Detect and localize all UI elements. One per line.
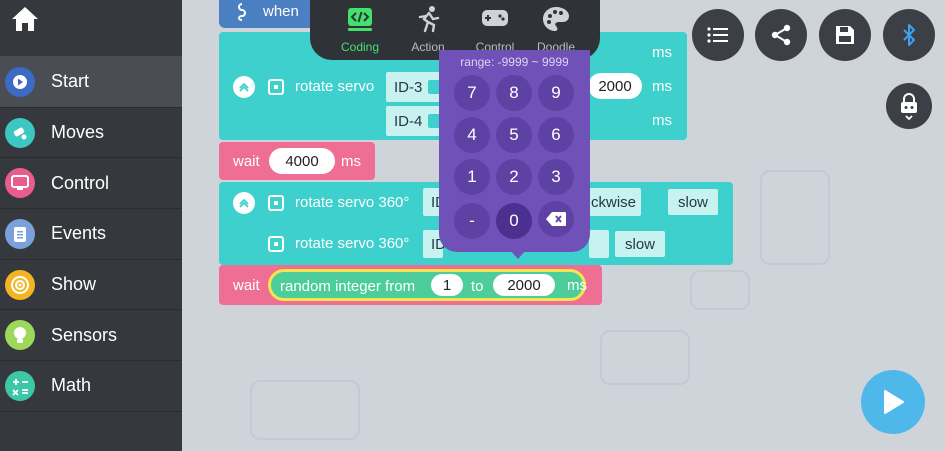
tab-label: Coding (340, 40, 380, 54)
key-2[interactable]: 2 (496, 159, 532, 195)
sidebar-item-label: Sensors (51, 324, 118, 345)
sidebar-item-label: Math (51, 375, 92, 396)
events-icon (5, 218, 35, 249)
sidebar-item-label: Moves (51, 122, 105, 143)
key-8[interactable]: 8 (496, 75, 532, 111)
key-minus[interactable]: - (454, 203, 490, 239)
rotate-servo-label: rotate servo (295, 78, 375, 95)
sensors-icon (5, 320, 35, 351)
moves-icon (5, 117, 35, 148)
ms-label: ms (567, 277, 587, 294)
sidebar-item-math[interactable]: Math (0, 361, 182, 412)
lock-button[interactable] (886, 83, 932, 129)
home-bar (0, 0, 182, 57)
number-keypad: range: -9999 ~ 9999 7 8 9 4 5 6 1 2 3 - … (439, 50, 590, 252)
control-icon (5, 168, 35, 199)
collapse-icon[interactable] (233, 192, 255, 214)
gamepad-icon (482, 10, 508, 26)
ms-label: ms (652, 44, 672, 61)
keypad-range: range: -9999 ~ 9999 (460, 55, 569, 69)
rotate-servo-360-label: rotate servo 360° (295, 194, 410, 211)
sidebar-item-label: Events (51, 223, 107, 244)
key-0[interactable]: 0 (496, 203, 532, 239)
servo-icon (268, 195, 284, 211)
share-button[interactable] (755, 9, 807, 61)
key-delete[interactable] (538, 201, 574, 237)
action-icon (418, 6, 440, 33)
speed-field[interactable]: slow (668, 189, 718, 215)
key-9[interactable]: 9 (538, 75, 574, 111)
keypad-pointer (510, 250, 526, 259)
sidebar-item-start[interactable]: Start (0, 57, 182, 108)
backspace-icon (546, 212, 566, 226)
speed-field[interactable]: slow (615, 231, 665, 257)
bluetooth-button[interactable] (883, 9, 935, 61)
direction-label: ckwise (591, 193, 637, 211)
servo-id4-label: ID-4 (394, 112, 423, 130)
servo-icon (268, 236, 284, 252)
sidebar-item-moves[interactable]: Moves (0, 108, 182, 159)
sidebar-item-label: Start (51, 71, 90, 92)
sidebar-item-show[interactable]: Show (0, 260, 182, 311)
ms-label: ms (341, 153, 361, 170)
speed-label: slow (678, 193, 709, 211)
background-doodle (250, 380, 360, 440)
collapse-icon[interactable] (233, 76, 255, 98)
wait-random-block[interactable]: wait random integer from 1 to 2000 ms (219, 265, 602, 305)
lock-icon (901, 93, 917, 120)
random-to-input[interactable]: 2000 (493, 274, 555, 296)
sidebar-item-label: Control (51, 172, 110, 193)
sidebar-item-label: Show (51, 274, 97, 295)
key-3[interactable]: 3 (538, 159, 574, 195)
start-icon (5, 66, 35, 97)
direction-field[interactable]: ckwise (589, 188, 641, 216)
wait-label: wait (233, 153, 260, 170)
speed-label: slow (625, 235, 656, 253)
save-icon (836, 26, 854, 44)
wait-block[interactable]: wait 4000 ms (219, 142, 375, 180)
category-sidebar: Start Moves Control Events Show Sensors (0, 0, 182, 451)
math-icon (5, 370, 35, 401)
tab-coding[interactable]: Coding (325, 0, 395, 60)
ms-label: ms (652, 78, 672, 95)
bluetooth-icon (903, 24, 915, 46)
coding-icon (348, 8, 372, 31)
random-integer-block[interactable]: random integer from 1 to 2000 (268, 269, 586, 301)
sidebar-item-sensors[interactable]: Sensors (0, 310, 182, 362)
when-label: when (263, 3, 299, 20)
key-4[interactable]: 4 (454, 117, 490, 153)
link-icon (238, 3, 246, 21)
background-doodle (690, 270, 750, 310)
key-7[interactable]: 7 (454, 75, 490, 111)
wait-duration-input[interactable]: 4000 (269, 148, 335, 174)
run-button[interactable] (861, 370, 925, 434)
random-from-input[interactable]: 1 (431, 274, 463, 296)
wait-label: wait (233, 277, 260, 294)
servo-time-input[interactable]: 2000 (588, 73, 642, 99)
sidebar-item-events[interactable]: Events (0, 209, 182, 260)
to-label: to (471, 278, 484, 295)
save-button[interactable] (819, 9, 871, 61)
direction-field[interactable] (589, 230, 609, 258)
ms-label: ms (652, 112, 672, 129)
play-icon (884, 390, 904, 414)
random-integer-label: random integer from (280, 278, 416, 295)
rotate-servo-360-label: rotate servo 360° (295, 235, 410, 252)
palette-icon (543, 7, 569, 31)
show-icon (5, 269, 35, 300)
servo-icon (268, 79, 284, 95)
key-1[interactable]: 1 (454, 159, 490, 195)
sidebar-item-control[interactable]: Control (0, 158, 182, 210)
servo-id3-label: ID-3 (394, 78, 423, 96)
key-5[interactable]: 5 (496, 117, 532, 153)
share-icon (771, 24, 791, 46)
list-icon (707, 27, 728, 43)
home-icon[interactable] (10, 4, 40, 34)
key-6[interactable]: 6 (538, 117, 574, 153)
background-doodle (760, 170, 830, 265)
list-button[interactable] (692, 9, 744, 61)
background-doodle (600, 330, 690, 385)
